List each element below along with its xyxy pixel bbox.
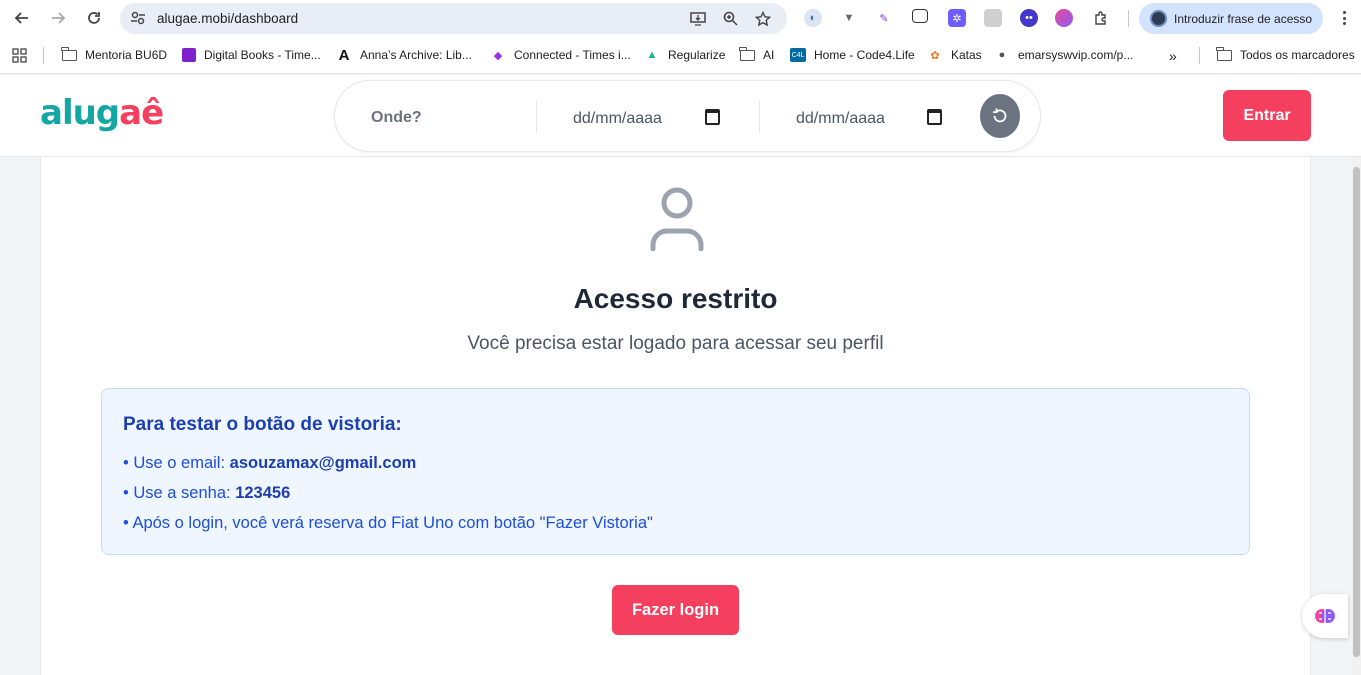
bookmark-label: Regularize: [668, 48, 726, 62]
install-app-icon[interactable]: [689, 10, 706, 27]
page-subtitle: Você precisa estar logado para acessar s…: [467, 333, 884, 354]
extension-face-icon[interactable]: ••: [1020, 9, 1038, 27]
bookmark-ai[interactable]: AI: [739, 46, 775, 62]
toolbar-divider: [1128, 10, 1129, 27]
bookmarks-divider: [1199, 47, 1200, 64]
info-email-prefix: • Use o email:: [123, 454, 230, 472]
brain-icon: [1315, 609, 1335, 623]
bookmark-connected[interactable]: ◆ Connected - Times i...: [490, 48, 631, 62]
url-text[interactable]: alugae.mobi/dashboard: [157, 11, 298, 26]
user-icon: [650, 187, 704, 251]
info-note-line: • Após o login, você verá reserva do Fia…: [123, 514, 653, 532]
more-bookmarks-icon[interactable]: »: [1169, 48, 1177, 64]
browser-menu-icon[interactable]: [1336, 9, 1352, 27]
logo-part-red: aê: [119, 93, 164, 133]
extension-screen-icon[interactable]: [912, 9, 928, 23]
bookmark-katas[interactable]: ✿ Katas: [927, 48, 982, 62]
test-password-value: 123456: [235, 484, 291, 502]
alugae-logo[interactable]: alugaê: [40, 93, 164, 133]
extension-vue-icon[interactable]: ▼: [840, 9, 858, 27]
extension-book-icon[interactable]: [984, 9, 1002, 27]
passphrase-button[interactable]: Introduzir frase de acesso: [1139, 3, 1323, 34]
code4life-icon: C4L: [790, 48, 806, 62]
page-scrollbar[interactable]: [1352, 157, 1361, 675]
extension-brain-icon[interactable]: [1055, 9, 1073, 27]
info-email-line: • Use o email: asouzamax@gmail.com: [123, 454, 416, 473]
bookmark-emarsys[interactable]: ● emarsyswvip.com/p...: [994, 48, 1134, 62]
folder-icon: [739, 46, 755, 61]
bookmark-anna-archive[interactable]: A Anna’s Archive: Lib...: [336, 46, 472, 64]
address-bar[interactable]: alugae.mobi/dashboard: [120, 3, 787, 34]
bookmarks-bar: Mentoria BU6D Digital Books - Time... A …: [0, 37, 1361, 74]
floating-assistant-button[interactable]: [1302, 594, 1348, 638]
bookmark-label: Digital Books - Time...: [204, 48, 321, 62]
bookmark-mentoria[interactable]: Mentoria BU6D: [61, 46, 168, 62]
reset-icon: [993, 108, 1007, 123]
bookmark-label: Katas: [951, 48, 982, 62]
bookmarks-divider: [43, 47, 44, 64]
connected-icon: ◆: [493, 49, 503, 62]
logo-part-teal: alug: [40, 93, 120, 133]
info-title: Para testar o botão de vistoria:: [123, 414, 402, 435]
test-email-value: asouzamax@gmail.com: [229, 454, 417, 472]
bookmark-label: emarsyswvip.com/p...: [1018, 48, 1134, 62]
bookmark-label: Connected - Times i...: [514, 48, 631, 62]
folder-icon: [61, 46, 77, 61]
bookmark-label: Mentoria BU6D: [85, 48, 168, 62]
globe-icon: ●: [998, 49, 1006, 61]
apps-grid-icon[interactable]: [12, 48, 27, 63]
zoom-icon[interactable]: [722, 10, 739, 27]
bookmark-digital-books[interactable]: Digital Books - Time...: [182, 48, 321, 62]
reset-search-button[interactable]: [980, 94, 1020, 138]
info-password-line: • Use a senha: 123456: [123, 484, 290, 503]
bookmark-regularize[interactable]: ▲ Regularize: [644, 48, 726, 62]
bookmark-star-icon[interactable]: [754, 10, 771, 27]
extension-1-icon[interactable]: ◐: [804, 9, 822, 27]
search-divider: [759, 101, 760, 133]
where-input[interactable]: Onde?: [371, 109, 422, 127]
site-info-icon[interactable]: [130, 10, 146, 26]
start-date-input[interactable]: dd/mm/aaaa: [573, 110, 662, 128]
anna-archive-icon: A: [338, 46, 350, 64]
search-bar: Onde? dd/mm/aaaa dd/mm/aaaa: [334, 80, 1041, 152]
bookmark-label: Anna’s Archive: Lib...: [360, 48, 472, 62]
search-divider: [536, 101, 537, 133]
all-bookmarks-label: Todos os marcadores: [1240, 48, 1355, 62]
bookmark-code4life[interactable]: C4L Home - Code4.Life: [790, 48, 915, 62]
info-password-prefix: • Use a senha:: [123, 484, 236, 502]
back-icon[interactable]: [10, 6, 34, 30]
extension-gear-icon[interactable]: ✲: [948, 9, 966, 27]
login-button[interactable]: Fazer login: [612, 585, 739, 635]
bookmark-label: Home - Code4.Life: [814, 48, 915, 62]
test-info-box: Para testar o botão de vistoria: • Use o…: [101, 388, 1250, 555]
passphrase-label: Introduzir frase de acesso: [1174, 12, 1313, 26]
restricted-access-card: Acesso restrito Você precisa estar logad…: [40, 157, 1311, 675]
calendar-icon[interactable]: [927, 109, 942, 125]
browser-toolbar: alugae.mobi/dashboard ◐ ▼ ✎ ✲ •• Introdu…: [0, 0, 1361, 37]
folder-icon: [1216, 46, 1232, 61]
bookmark-label: AI: [763, 48, 775, 62]
katas-icon: ✿: [930, 49, 940, 62]
end-date-input[interactable]: dd/mm/aaaa: [796, 110, 885, 128]
scrollbar-thumb[interactable]: [1353, 167, 1360, 657]
extensions-puzzle-icon[interactable]: [1092, 9, 1110, 27]
page-title: Acesso restrito: [573, 283, 778, 314]
profile-avatar-icon: [1150, 10, 1167, 27]
calendar-icon[interactable]: [705, 109, 720, 125]
extension-feather-icon[interactable]: ✎: [875, 9, 893, 27]
book-icon: [182, 48, 196, 62]
reload-icon[interactable]: [82, 6, 106, 30]
regularize-icon: ▲: [646, 49, 658, 61]
site-header: alugaê Onde? dd/mm/aaaa dd/mm/aaaa Entra…: [0, 75, 1361, 157]
all-bookmarks[interactable]: Todos os marcadores: [1216, 46, 1355, 62]
forward-icon[interactable]: [46, 6, 70, 30]
header-login-button[interactable]: Entrar: [1223, 90, 1311, 141]
